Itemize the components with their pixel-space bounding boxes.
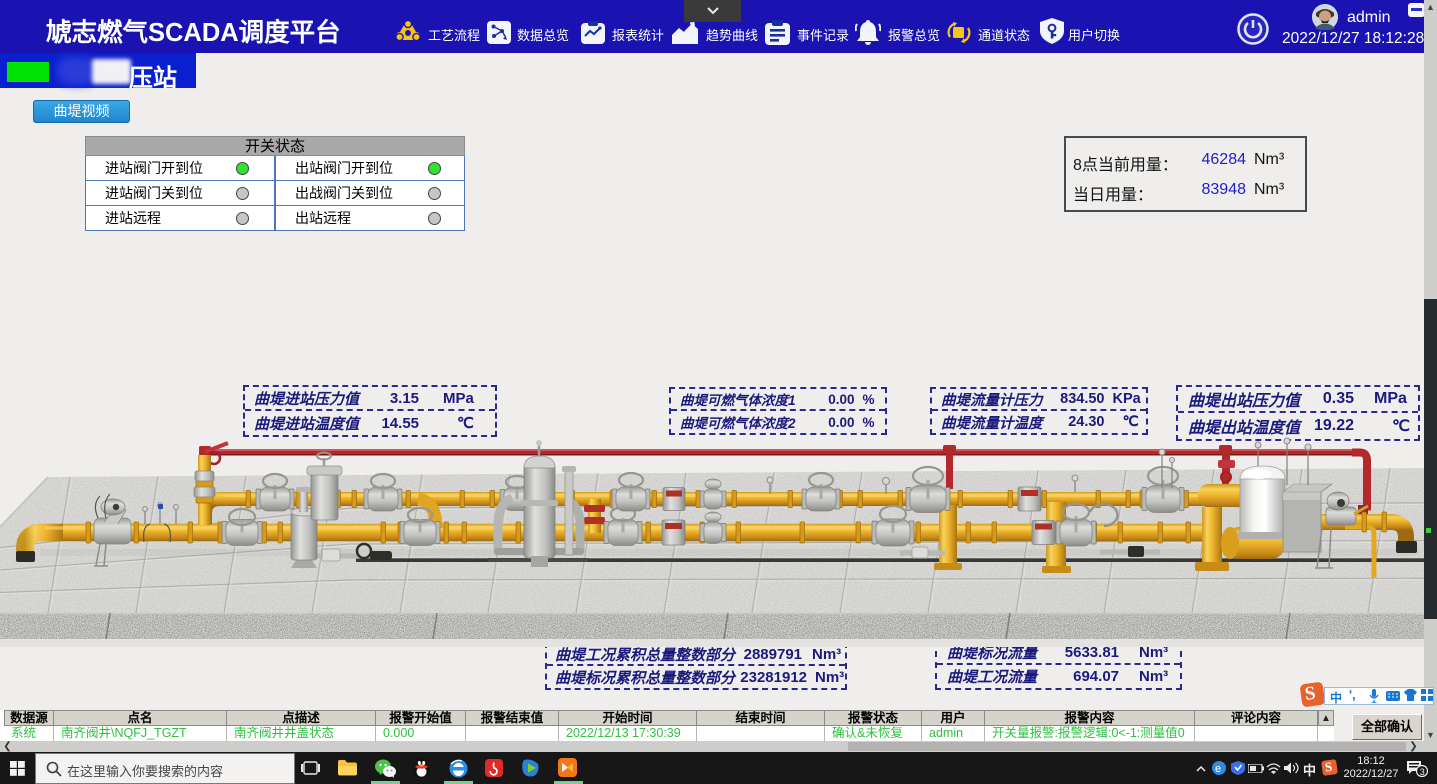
svg-text:e: e <box>1215 763 1221 775</box>
svg-text:3: 3 <box>1420 767 1425 777</box>
